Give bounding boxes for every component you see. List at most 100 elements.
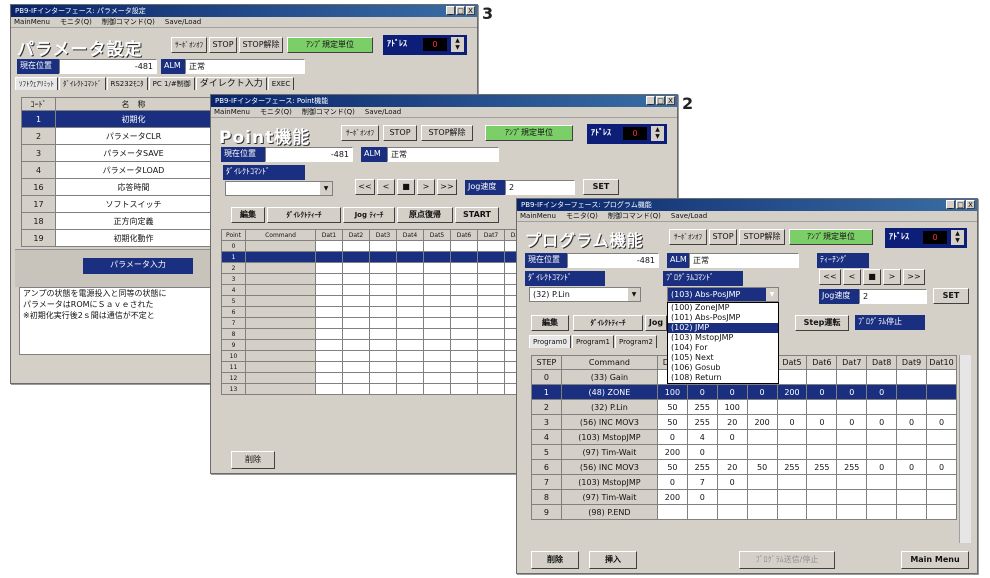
- table-row[interactable]: 12: [221, 372, 532, 384]
- stop-button[interactable]: STOP: [209, 37, 237, 53]
- table-row[interactable]: 4 パラメータLOAD: [21, 161, 212, 179]
- tab-rs232-monitor[interactable]: RS232ﾓﾆﾀ: [106, 77, 148, 90]
- table-row[interactable]: 3 (56) INC MOV3 50 255 20 200 0 0 0 0 0 0: [531, 414, 957, 430]
- servo-on-off-button[interactable]: ｻｰﾎﾞｵﾝｵﾌ: [171, 37, 207, 53]
- dropdown-option[interactable]: (103) MstopJMP: [668, 333, 778, 343]
- table-row[interactable]: 13: [221, 383, 532, 395]
- set-button[interactable]: SET: [933, 288, 969, 304]
- address-spin[interactable]: ▲ ▼: [951, 230, 964, 245]
- stop-square-button[interactable]: ■: [397, 179, 415, 195]
- address-spin[interactable]: ▲ ▼: [651, 126, 664, 141]
- minimize-icon[interactable]: _: [446, 6, 455, 15]
- program-command-list[interactable]: (100) ZoneJMP (101) Abs-PosJMP (102) JMP…: [667, 302, 779, 384]
- prev-button[interactable]: <: [843, 269, 861, 285]
- stop-release-button[interactable]: STOP解除: [421, 125, 473, 141]
- table-row[interactable]: 17 ソフトスイッチ: [21, 195, 212, 213]
- parameter-input-button[interactable]: パラメータ入力: [83, 258, 193, 274]
- menu-control-command[interactable]: 制御コマンド(Q): [102, 17, 155, 27]
- tab-program0[interactable]: Program0: [529, 335, 571, 348]
- table-row[interactable]: 6: [221, 306, 532, 318]
- chevron-down-icon[interactable]: ▼: [320, 182, 332, 195]
- menu-save-load[interactable]: Save/Load: [671, 211, 707, 221]
- spin-down-icon[interactable]: ▼: [455, 44, 460, 51]
- table-row[interactable]: 7: [221, 317, 532, 329]
- last-button[interactable]: >>: [903, 269, 925, 285]
- address-spin[interactable]: ▲ ▼: [451, 37, 464, 52]
- table-row[interactable]: 10: [221, 350, 532, 362]
- dropdown-option[interactable]: (101) Abs-PosJMP: [668, 313, 778, 323]
- spin-up-icon[interactable]: ▲: [955, 230, 960, 237]
- table-row[interactable]: 8: [221, 328, 532, 340]
- chevron-down-icon[interactable]: ▼: [628, 288, 640, 301]
- table-row[interactable]: 18 正方向定義: [21, 212, 212, 230]
- dropdown-option[interactable]: (106) Gosub: [668, 363, 778, 373]
- spin-up-icon[interactable]: ▲: [655, 126, 660, 133]
- program-send-button[interactable]: ﾌﾟﾛｸﾞﾗﾑ送信/停止: [739, 551, 835, 569]
- delete-button[interactable]: 削除: [231, 451, 275, 469]
- next-button[interactable]: >: [417, 179, 435, 195]
- table-row[interactable]: 1 初期化: [21, 110, 212, 128]
- menu-mainmenu[interactable]: MainMenu: [520, 211, 556, 221]
- table-row[interactable]: 4 (103) MstopJMP 0 4 0: [531, 429, 957, 445]
- table-row[interactable]: 3 パラメータSAVE: [21, 144, 212, 162]
- unit-setting-button[interactable]: ｱﾝﾌﾟ規定単位: [287, 37, 373, 53]
- table-row[interactable]: 9 (98) P.END: [531, 504, 957, 520]
- jog-speed-field[interactable]: 2: [859, 289, 927, 304]
- close-icon[interactable]: X: [666, 96, 675, 105]
- delete-button[interactable]: 削除: [531, 551, 579, 569]
- tab-soft-limit[interactable]: ｿﾌﾄｳｪｱﾘﾐｯﾄ: [15, 77, 58, 90]
- direct-command-dropdown[interactable]: ▼: [225, 181, 333, 196]
- table-row[interactable]: 2 パラメータCLR: [21, 127, 212, 145]
- tab-direct-command[interactable]: ﾀﾞｲﾚｸﾄｺﾏﾝﾄﾞ: [59, 77, 106, 90]
- last-button[interactable]: >>: [437, 179, 457, 195]
- tab-program2[interactable]: Program2: [615, 335, 657, 348]
- home-return-button[interactable]: 原点復帰: [397, 207, 453, 223]
- stop-release-button[interactable]: STOP解除: [239, 37, 283, 53]
- unit-setting-button[interactable]: ｱﾝﾌﾟ規定単位: [789, 229, 873, 245]
- dropdown-option[interactable]: (104) For: [668, 343, 778, 353]
- table-row[interactable]: 19 初期化動作: [21, 229, 212, 247]
- table-row[interactable]: 5: [221, 295, 532, 307]
- menu-monitor[interactable]: モニタ(Q): [60, 17, 92, 27]
- next-button[interactable]: >: [883, 269, 901, 285]
- program-table-scrollbar[interactable]: [959, 355, 971, 543]
- table-row[interactable]: 8 (97) Tim-Wait 200 0: [531, 489, 957, 505]
- tab-edit[interactable]: 編集: [531, 315, 569, 331]
- menu-monitor[interactable]: モニタ(Q): [260, 107, 292, 117]
- menu-mainmenu[interactable]: MainMenu: [214, 107, 250, 117]
- maximize-icon[interactable]: □: [956, 200, 965, 209]
- table-row[interactable]: 1: [221, 251, 532, 263]
- table-row[interactable]: 3: [221, 273, 532, 285]
- start-button[interactable]: START: [455, 207, 499, 223]
- menu-save-load[interactable]: Save/Load: [165, 17, 201, 27]
- dropdown-option[interactable]: (108) Return: [668, 373, 778, 383]
- menu-control-command[interactable]: 制御コマンド(Q): [302, 107, 355, 117]
- dropdown-option[interactable]: (100) ZoneJMP: [668, 303, 778, 313]
- tab-program1[interactable]: Program1: [572, 335, 614, 348]
- maximize-icon[interactable]: □: [656, 96, 665, 105]
- direct-command-dropdown[interactable]: (32) P.Lin ▼: [529, 287, 641, 302]
- spin-down-icon[interactable]: ▼: [655, 133, 660, 140]
- tab-direct-input[interactable]: ダイレクト入力: [195, 77, 267, 90]
- stop-square-button[interactable]: ■: [863, 269, 881, 285]
- table-row[interactable]: 0: [221, 240, 532, 252]
- table-row[interactable]: 9: [221, 339, 532, 351]
- table-row[interactable]: 1 (48) ZONE 100 0 0 0 200 0 0 0: [531, 384, 957, 400]
- tab-direct-teach[interactable]: ﾀﾞｲﾚｸﾄﾃｨｰﾁ: [267, 207, 341, 223]
- jog-speed-field[interactable]: 2: [505, 180, 575, 195]
- set-button[interactable]: SET: [583, 179, 619, 195]
- stop-release-button[interactable]: STOP解除: [739, 229, 785, 245]
- spin-up-icon[interactable]: ▲: [455, 37, 460, 44]
- close-icon[interactable]: X: [966, 200, 975, 209]
- menu-mainmenu[interactable]: MainMenu: [14, 17, 50, 27]
- table-row[interactable]: 6 (56) INC MOV3 50 255 20 50 255 255 255 0 0 0: [531, 459, 957, 475]
- servo-on-off-button[interactable]: ｻｰﾎﾞｵﾝｵﾌ: [341, 125, 379, 141]
- main-menu-button[interactable]: Main Menu: [901, 551, 969, 569]
- first-button[interactable]: <<: [355, 179, 375, 195]
- minimize-icon[interactable]: _: [946, 200, 955, 209]
- unit-setting-button[interactable]: ｱﾝﾌﾟ規定単位: [485, 125, 573, 141]
- dropdown-option[interactable]: (102) JMP: [668, 323, 778, 333]
- tab-edit[interactable]: 編集: [231, 207, 265, 223]
- menu-save-load[interactable]: Save/Load: [365, 107, 401, 117]
- table-row[interactable]: 2: [221, 262, 532, 274]
